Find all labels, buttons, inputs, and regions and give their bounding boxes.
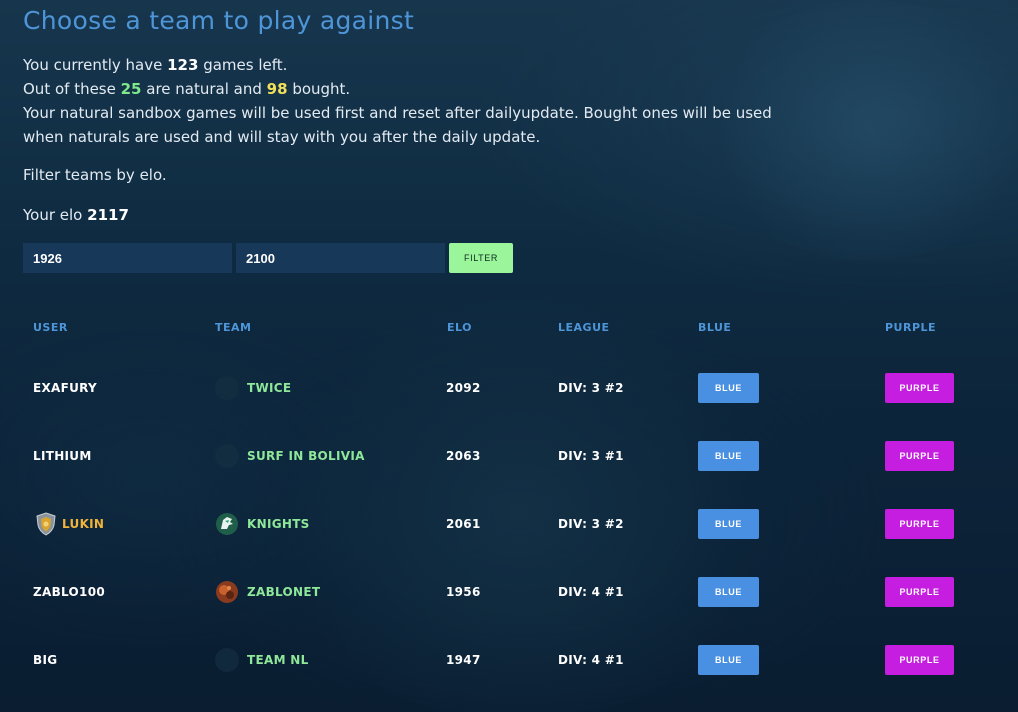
games-info: You currently have 123 games left. Out o… bbox=[23, 53, 813, 149]
page-title: Choose a team to play against bbox=[23, 6, 415, 35]
games-split-line: Out of these 25 are natural and 98 bough… bbox=[23, 80, 351, 98]
blank-avatar-icon bbox=[215, 376, 239, 400]
play-blue-button[interactable]: BLUE bbox=[698, 577, 759, 607]
zablonet-logo-icon bbox=[216, 581, 238, 603]
play-purple-button[interactable]: PURPLE bbox=[885, 577, 954, 607]
league-value: DIV: 4 #1 bbox=[558, 653, 624, 667]
table-row: LITHIUM SURF IN BOLIVIA 2063 DIV: 3 #1 B… bbox=[0, 436, 1018, 476]
bought-games-count: 98 bbox=[266, 80, 288, 98]
games-left-line: You currently have 123 games left. bbox=[23, 56, 288, 74]
play-blue-button[interactable]: BLUE bbox=[698, 373, 759, 403]
play-blue-button[interactable]: BLUE bbox=[698, 645, 759, 675]
elo-value: 2063 bbox=[446, 449, 481, 463]
league-value: DIV: 3 #2 bbox=[558, 381, 624, 395]
user-name[interactable]: BIG bbox=[33, 653, 57, 667]
column-header-purple: PURPLE bbox=[885, 321, 937, 334]
table-row: BIG TEAM NL 1947 DIV: 4 #1 BLUE PURPLE bbox=[0, 640, 1018, 680]
user-name[interactable]: EXAFURY bbox=[33, 381, 97, 395]
team-name[interactable]: ZABLONET bbox=[247, 585, 320, 599]
elo-value: 2061 bbox=[446, 517, 481, 531]
play-purple-button[interactable]: PURPLE bbox=[885, 509, 954, 539]
column-header-blue: BLUE bbox=[698, 321, 732, 334]
league-value: DIV: 4 #1 bbox=[558, 585, 624, 599]
column-header-team: TEAM bbox=[215, 321, 252, 334]
user-name[interactable]: ZABLO100 bbox=[33, 585, 105, 599]
table-row: EXAFURY TWICE 2092 DIV: 3 #2 BLUE PURPLE bbox=[0, 368, 1018, 408]
team-name[interactable]: TWICE bbox=[247, 381, 291, 395]
table-row: LUKIN KNIGHTS 2061 DIV: 3 #2 BLUE PURPLE bbox=[0, 504, 1018, 544]
min-elo-input[interactable] bbox=[23, 243, 232, 273]
column-header-user: USER bbox=[33, 321, 68, 334]
play-blue-button[interactable]: BLUE bbox=[698, 509, 759, 539]
games-left-count: 123 bbox=[167, 56, 199, 74]
column-header-league: LEAGUE bbox=[558, 321, 610, 334]
user-name[interactable]: LUKIN bbox=[62, 517, 104, 531]
team-name[interactable]: KNIGHTS bbox=[247, 517, 310, 531]
elo-value: 1956 bbox=[446, 585, 481, 599]
play-purple-button[interactable]: PURPLE bbox=[885, 373, 954, 403]
blank-avatar-icon bbox=[215, 444, 239, 468]
column-header-elo: ELO bbox=[447, 321, 472, 334]
elo-value: 1947 bbox=[446, 653, 481, 667]
your-elo-value: 2117 bbox=[87, 206, 129, 224]
play-purple-button[interactable]: PURPLE bbox=[885, 441, 954, 471]
league-value: DIV: 3 #2 bbox=[558, 517, 624, 531]
team-name[interactable]: TEAM NL bbox=[247, 653, 309, 667]
league-value: DIV: 3 #1 bbox=[558, 449, 624, 463]
user-name[interactable]: LITHIUM bbox=[33, 449, 92, 463]
filter-button[interactable]: FILTER bbox=[449, 243, 513, 273]
elo-value: 2092 bbox=[446, 381, 481, 395]
natural-games-count: 25 bbox=[120, 80, 142, 98]
shield-rank-icon bbox=[36, 512, 56, 536]
your-elo: Your elo 2117 bbox=[23, 206, 129, 224]
games-usage-explanation: Your natural sandbox games will be used … bbox=[23, 104, 772, 146]
play-purple-button[interactable]: PURPLE bbox=[885, 645, 954, 675]
play-blue-button[interactable]: BLUE bbox=[698, 441, 759, 471]
max-elo-input[interactable] bbox=[236, 243, 445, 273]
blank-avatar-icon bbox=[215, 648, 239, 672]
table-row: ZABLO100 ZABLONET 1956 DIV: 4 #1 BLUE PU… bbox=[0, 572, 1018, 612]
filter-label: Filter teams by elo. bbox=[23, 166, 167, 184]
team-name[interactable]: SURF IN BOLIVIA bbox=[247, 449, 365, 463]
knight-logo-icon bbox=[216, 513, 238, 535]
